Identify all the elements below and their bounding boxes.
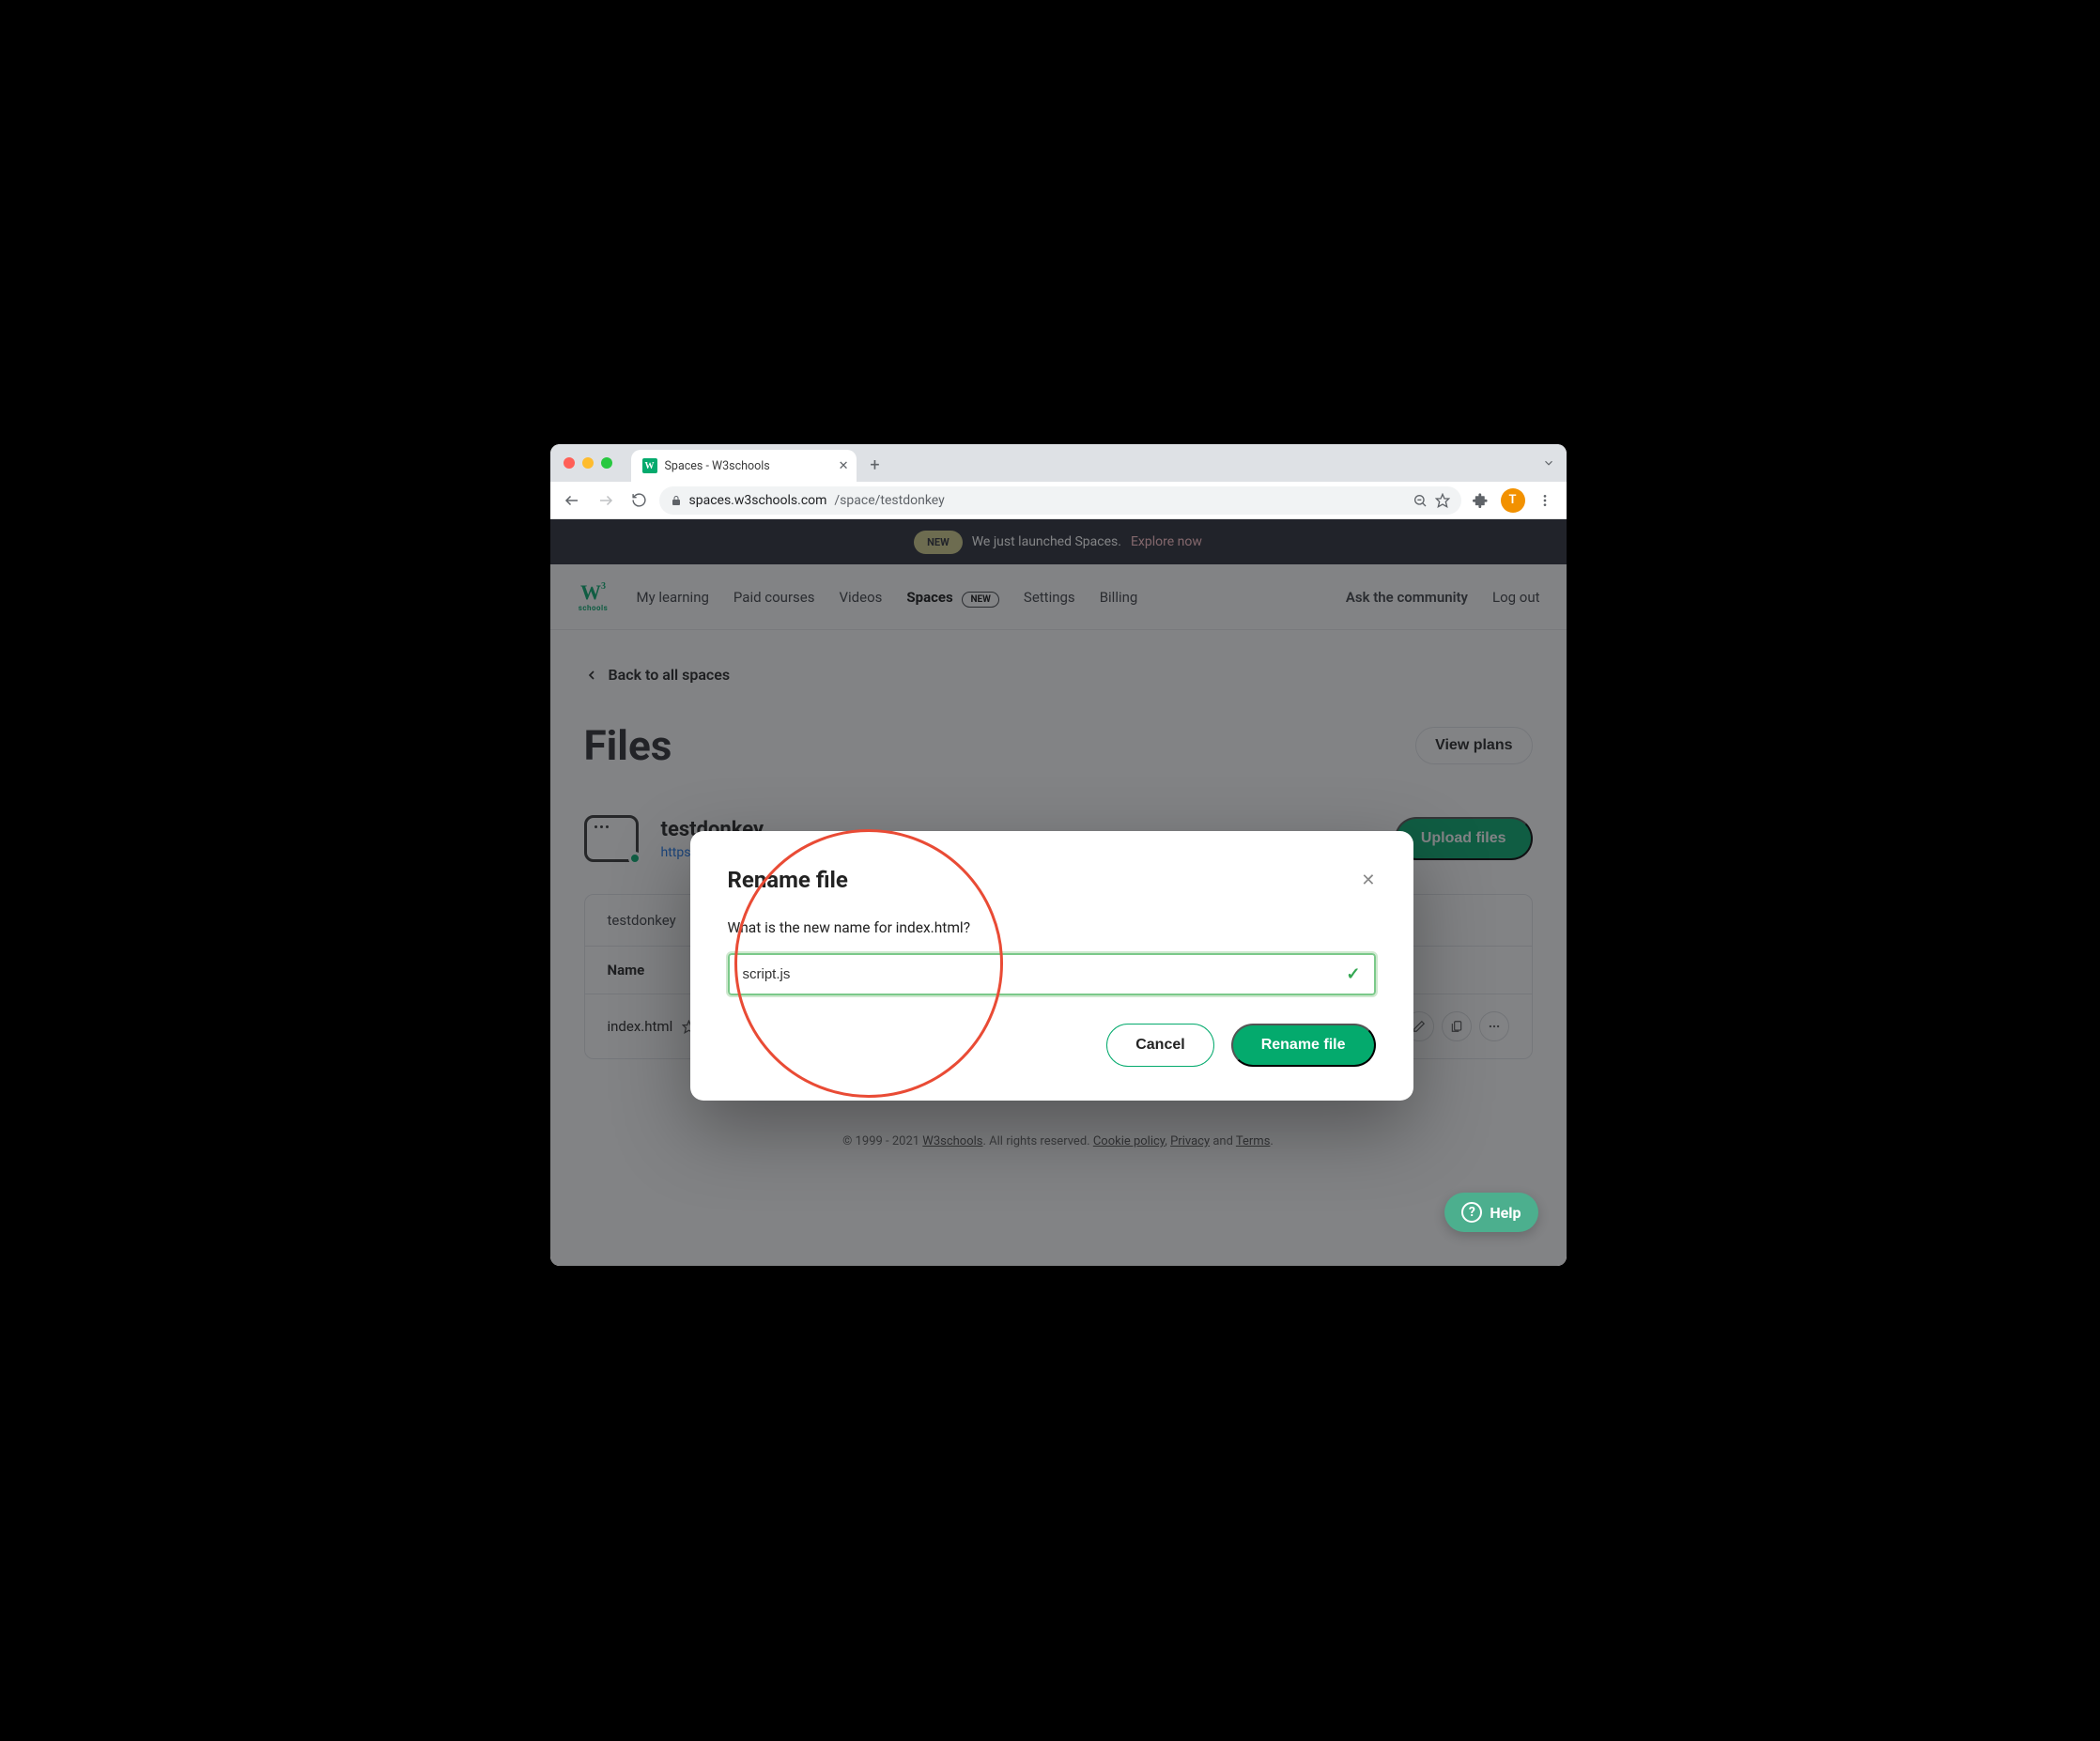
window-close-button[interactable] [564,457,575,469]
tab-strip: W Spaces - W3schools ✕ + [550,444,1567,482]
help-button[interactable]: ? Help [1444,1193,1537,1232]
url-path: /space/testdonkey [834,493,944,508]
lock-icon [671,495,682,506]
new-tab-button[interactable]: + [862,452,888,478]
bookmark-star-icon[interactable] [1435,493,1450,508]
rename-file-modal: Rename file ✕ What is the new name for i… [690,831,1413,1101]
nav-forward-button[interactable] [592,486,620,515]
modal-title: Rename file [728,867,848,893]
url-host: spaces.w3schools.com [689,493,827,508]
address-bar[interactable]: spaces.w3schools.com/space/testdonkey [659,486,1461,515]
browser-tab[interactable]: W Spaces - W3schools ✕ [631,450,857,482]
filename-input[interactable] [743,966,1347,982]
browser-window: W Spaces - W3schools ✕ + [550,444,1567,1266]
nav-reload-button[interactable] [625,486,654,515]
tabs-dropdown-icon[interactable] [1542,456,1555,470]
window-minimize-button[interactable] [582,457,594,469]
profile-avatar[interactable]: T [1501,488,1525,513]
modal-prompt: What is the new name for index.html? [728,919,1376,936]
help-label: Help [1490,1204,1521,1222]
help-icon: ? [1461,1202,1482,1223]
avatar-letter: T [1509,493,1517,507]
extensions-icon[interactable] [1467,486,1495,515]
valid-check-icon: ✓ [1346,964,1360,984]
tab-close-icon[interactable]: ✕ [839,459,849,473]
rename-button[interactable]: Rename file [1231,1024,1376,1067]
modal-close-button[interactable]: ✕ [1361,870,1375,890]
tab-title: Spaces - W3schools [665,459,770,473]
cancel-button[interactable]: Cancel [1106,1024,1213,1067]
browser-toolbar: spaces.w3schools.com/space/testdonkey T [550,482,1567,519]
window-controls [564,457,612,469]
nav-back-button[interactable] [558,486,586,515]
window-maximize-button[interactable] [601,457,612,469]
tab-favicon: W [642,458,657,473]
browser-menu-icon[interactable] [1531,486,1559,515]
filename-input-wrapper: ✓ [728,953,1376,995]
zoom-icon[interactable] [1413,493,1428,508]
